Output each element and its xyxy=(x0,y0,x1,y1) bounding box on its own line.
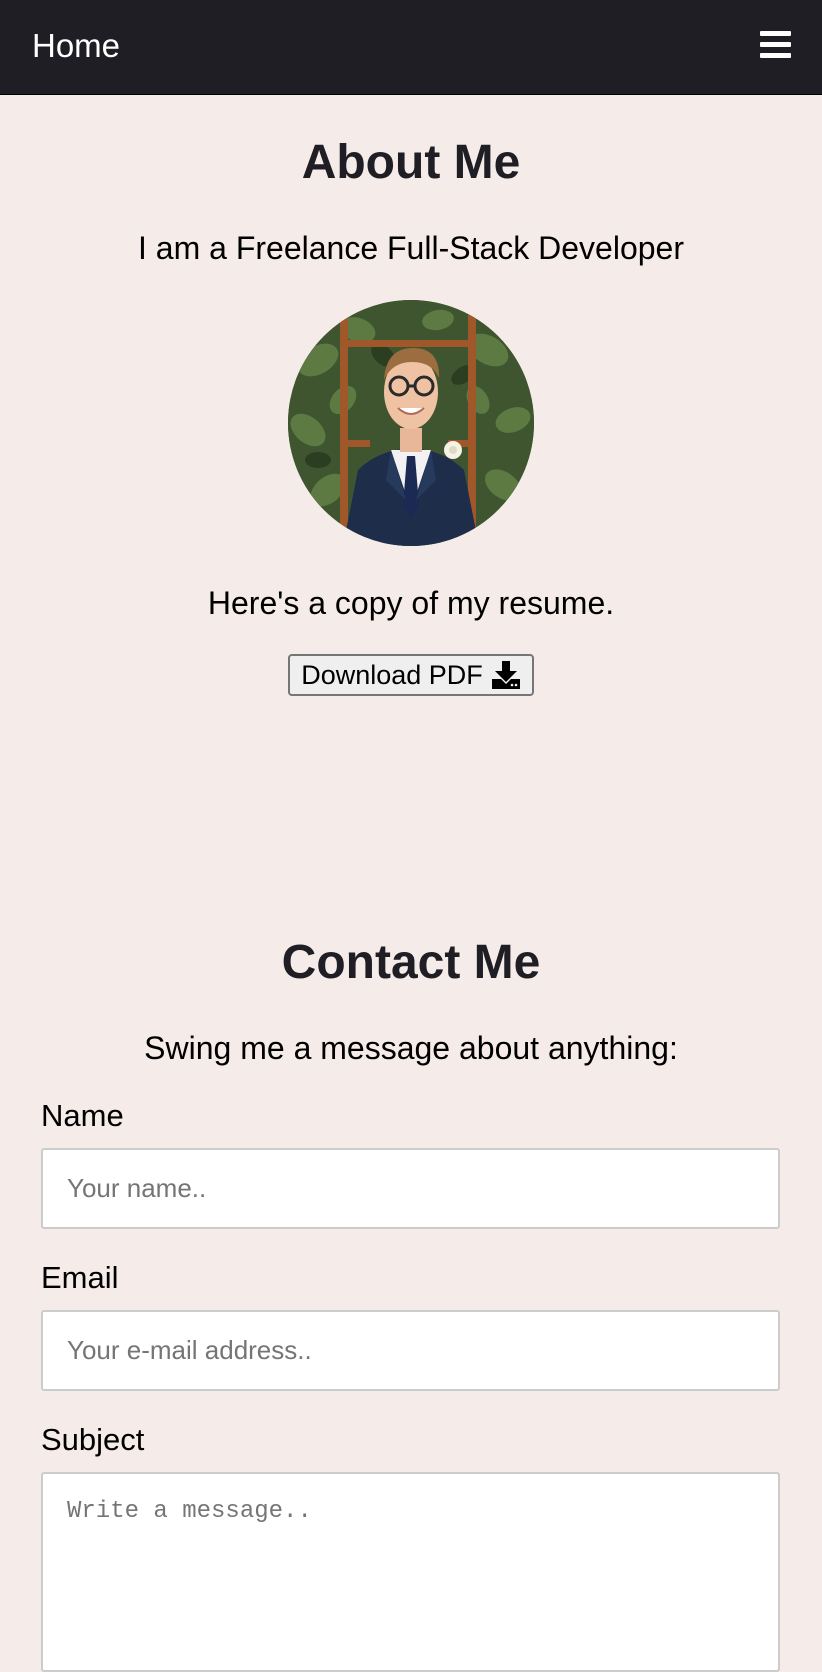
name-input[interactable] xyxy=(41,1148,780,1229)
subject-label: Subject xyxy=(41,1422,145,1457)
about-title: About Me xyxy=(301,136,521,189)
download-pdf-label: Download PDF xyxy=(301,659,483,690)
contact-subtitle: Swing me a message about anything: xyxy=(144,1030,678,1066)
nav-home-link[interactable]: Home xyxy=(32,26,120,66)
message-textarea[interactable] xyxy=(41,1472,780,1672)
download-pdf-button[interactable]: Download PDF xyxy=(288,654,534,696)
profile-photo xyxy=(288,300,534,546)
hamburger-menu-icon[interactable] xyxy=(760,30,791,60)
resume-text: Here's a copy of my resume. xyxy=(207,585,615,621)
top-navbar: Home xyxy=(0,0,822,95)
name-label: Name xyxy=(41,1098,124,1133)
email-input[interactable] xyxy=(41,1310,780,1391)
download-icon xyxy=(491,661,521,689)
contact-title: Contact Me xyxy=(281,936,541,989)
about-subtitle: I am a Freelance Full-Stack Developer xyxy=(138,230,684,266)
email-label: Email xyxy=(41,1260,119,1295)
